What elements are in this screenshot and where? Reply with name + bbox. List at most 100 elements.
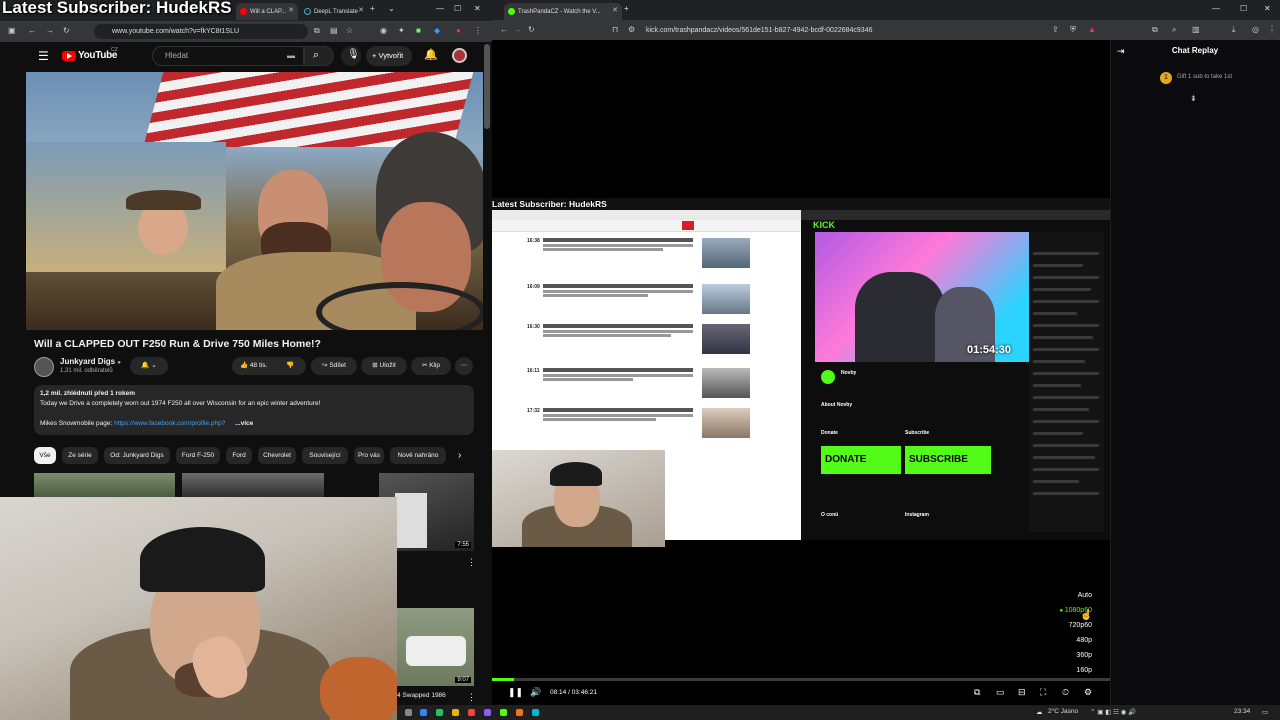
chip-from-channel[interactable]: Od: Junkyard Digs [104,447,170,464]
tab-search-icon[interactable]: ⌕ [1172,25,1176,35]
extension-green-icon[interactable]: ■ [416,26,421,35]
forward-icon[interactable]: → [514,25,522,34]
tray-icons[interactable]: ⌃ ▣ ◧ ☷ ◉ 🔊 [1090,708,1136,716]
page-scrollbar[interactable] [484,44,490,129]
chip-chevrolet[interactable]: Chevrolet [258,447,296,464]
clip-icon[interactable]: ⊟ [1018,687,1026,698]
share-button[interactable]: ↪ Sdílet [311,357,357,375]
save-button[interactable]: ⊞ Uložit [361,357,407,375]
reload-icon[interactable]: ↻ [63,26,70,35]
menu-icon[interactable]: ⋮ [1268,25,1276,34]
bookmark-icon[interactable]: ⊓ [612,25,618,34]
channel-name[interactable]: Junkyard Digs ● [60,357,121,366]
tab-list-icon[interactable]: ⌄ [388,4,395,13]
more-actions-button[interactable]: ⋯ [455,357,473,375]
weather-text[interactable]: 2°C Jasno [1048,708,1078,715]
channel-avatar[interactable] [34,357,54,377]
close-tab-icon[interactable]: ✕ [612,6,618,14]
extension-icon[interactable]: ◉ [380,26,387,35]
taskbar-app-icon[interactable] [420,709,427,716]
extension-blue-icon[interactable]: ◆ [434,26,440,35]
profile-icon[interactable]: ● [456,26,461,35]
chip-all[interactable]: Vše [34,447,56,464]
bookmark-star-icon[interactable]: ☆ [346,26,353,35]
dislike-button[interactable]: 👎 [286,357,294,375]
search-button[interactable]: ⌕ [304,46,334,66]
sidebar-icon[interactable]: ▥ [1192,25,1200,34]
create-button[interactable]: + Vytvořit [366,46,412,66]
notification-icon[interactable]: ▭ [1262,708,1268,716]
shield-icon[interactable]: ⛨ [1070,25,1076,35]
reload-icon[interactable]: ↻ [528,25,535,34]
hamburger-menu-icon[interactable]: ☰ [38,49,49,63]
facebook-link[interactable]: https://www.facebook.com/profile.php? [114,420,225,427]
volume-icon[interactable]: 🔊 [530,687,541,698]
chips-next-icon[interactable]: › [458,450,461,461]
subscribe-bell-button[interactable]: 🔔 ⌄ [130,357,168,375]
screenshot-icon[interactable]: ⧉ [314,26,320,36]
taskbar-app-icon[interactable] [516,709,523,716]
settings-gear-icon[interactable]: ⚙ [1084,687,1092,698]
new-tab-icon[interactable]: + [624,4,629,13]
chip-series[interactable]: Ze série [62,447,98,464]
chip-for-you[interactable]: Pro vás [354,447,384,464]
back-icon[interactable]: ← [28,26,36,35]
speed-icon[interactable]: ⏲ [1062,687,1069,698]
collapse-chat-icon[interactable]: ⇥ [1117,46,1125,57]
show-more-link[interactable]: ...více [235,420,253,427]
sidebar-video-thumbnail[interactable]: 9:07 [396,608,474,686]
puzzle-icon[interactable]: ✦ [398,26,405,35]
fullscreen-icon[interactable]: ⛶ [1040,687,1046,698]
taskbar-app-icon[interactable] [500,709,507,716]
share-icon[interactable]: ⇪ [1052,25,1059,34]
voice-search-button[interactable]: 🎙 [341,46,361,66]
close-window-icon[interactable]: ✕ [474,4,481,13]
weather-icon[interactable]: ☁ [1036,708,1043,716]
profile-icon[interactable]: ◎ [1252,25,1259,34]
left-url-field[interactable]: www.youtube.com/watch?v=fkYC8t1SLU [94,24,308,39]
close-tab-icon[interactable]: ✕ [288,6,294,14]
tab-youtube[interactable]: Will a CLAP... ✕ [236,3,298,20]
theater-mode-icon[interactable]: ▭ [996,687,1005,698]
clip-button[interactable]: ✂ Klip [411,357,451,375]
video-progress-bar[interactable] [492,678,1110,681]
account-avatar[interactable] [452,48,467,63]
more-options-icon[interactable]: ⋮ [467,557,476,568]
download-icon[interactable]: ⤓ [1232,25,1236,35]
close-tab-icon[interactable]: ✕ [358,6,364,14]
tab-deepl[interactable]: DeepL Translate ✕ [300,3,368,20]
right-url-field[interactable]: kick.com/trashpandacz/videos/561de151-b8… [642,23,1042,38]
new-tab-icon[interactable]: + [370,4,375,13]
extension-icon[interactable]: ⧉ [1152,25,1158,35]
maximize-icon[interactable]: ☐ [454,4,461,13]
chip-recently-uploaded[interactable]: Nově nahráno [390,447,446,464]
recommended-thumbnail[interactable] [182,473,324,497]
sidebar-video-title[interactable]: 4 Swapped 1986 [397,692,446,699]
pause-icon[interactable]: ❚❚ [508,687,523,698]
taskbar-app-icon[interactable] [468,709,475,716]
taskbar-app-icon[interactable] [484,709,491,716]
chip-related[interactable]: Související [302,447,348,464]
maximize-icon[interactable]: ☐ [1240,4,1247,13]
quality-option-480p[interactable]: 480p [1076,637,1092,644]
back-icon[interactable]: ← [500,25,508,34]
youtube-search-input[interactable]: Hledat [152,46,304,66]
notifications-bell-icon[interactable]: 🔔 [424,48,438,61]
chip-ford[interactable]: Ford [226,447,252,464]
youtube-video-player[interactable] [26,72,483,330]
forward-icon[interactable]: → [46,26,54,35]
sidebar-toggle-icon[interactable]: ▣ [8,26,16,35]
taskbar-app-icon[interactable] [405,709,412,716]
minimize-icon[interactable]: — [436,4,444,13]
taskbar-app-icon[interactable] [452,709,459,716]
site-info-icon[interactable]: ⚙ [628,25,635,34]
reader-icon[interactable]: ▤ [330,26,338,35]
like-button[interactable]: 👍 48 tis. [240,362,267,369]
taskbar-app-icon[interactable] [436,709,443,716]
close-window-icon[interactable]: ✕ [1264,4,1271,13]
pip-icon[interactable]: ⧉ [974,687,980,698]
quality-option-360p[interactable]: 360p [1076,652,1092,659]
menu-icon[interactable]: ⋮ [474,26,482,35]
recommended-thumbnail[interactable] [34,473,175,497]
taskbar-clock[interactable]: 23:34 [1234,708,1250,715]
